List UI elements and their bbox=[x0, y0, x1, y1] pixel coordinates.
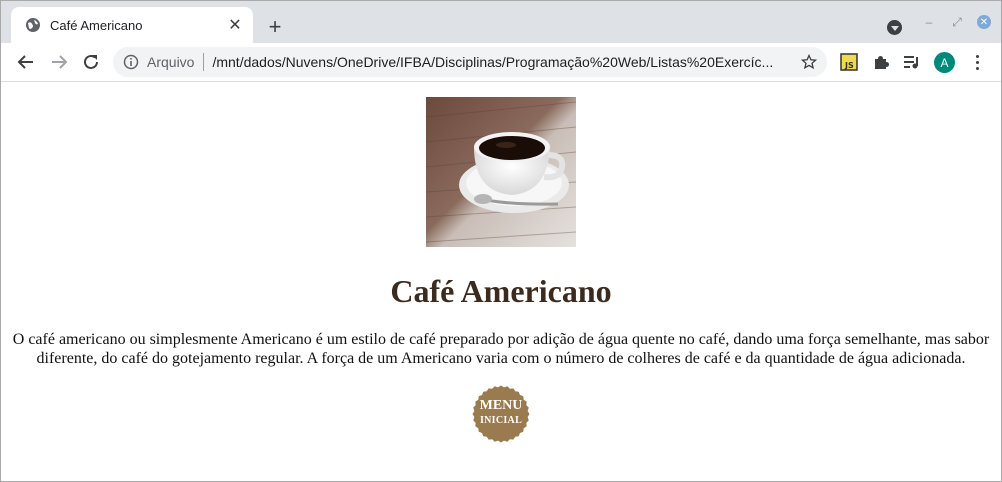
menu-button-label: MENU bbox=[479, 398, 523, 413]
maximize-icon[interactable]: ⤢ bbox=[950, 15, 964, 29]
media-queue-icon[interactable] bbox=[902, 52, 922, 72]
plus-icon[interactable]: + bbox=[263, 14, 287, 39]
coffee-cup-image bbox=[426, 97, 576, 247]
puzzle-icon[interactable] bbox=[871, 52, 891, 72]
star-icon[interactable] bbox=[801, 54, 817, 70]
js-extension-icon[interactable]: JS bbox=[839, 52, 859, 72]
close-icon[interactable]: ✕ bbox=[225, 15, 245, 35]
kebab-menu-icon[interactable] bbox=[968, 52, 986, 72]
avatar[interactable]: A bbox=[934, 52, 955, 73]
minimize-icon[interactable]: – bbox=[922, 15, 936, 29]
tab-strip: Café Americano ✕ + – ⤢ ✕ bbox=[1, 1, 1001, 43]
forward-arrow-icon[interactable] bbox=[47, 50, 71, 74]
tab-title: Café Americano bbox=[50, 17, 143, 33]
back-arrow-icon[interactable] bbox=[14, 50, 38, 74]
menu-button-sublabel: INICIAL bbox=[479, 415, 523, 426]
menu-inicial-button[interactable]: MENU INICIAL bbox=[471, 384, 531, 444]
badge-shape bbox=[472, 385, 530, 443]
browser-toolbar: Arquivo /mnt/dados/Nuvens/OneDrive/IFBA/… bbox=[1, 43, 1001, 82]
globe-icon bbox=[26, 18, 40, 32]
browser-window: Café Americano ✕ + – ⤢ ✕ Arquivo /mnt/da… bbox=[0, 0, 1002, 482]
description-paragraph: O café americano ou simplesmente America… bbox=[12, 331, 990, 367]
window-close-icon[interactable]: ✕ bbox=[977, 15, 991, 29]
address-separator bbox=[203, 53, 205, 71]
page-viewport: Café Americano O café americano ou simpl… bbox=[1, 82, 1001, 481]
svg-text:JS: JS bbox=[844, 61, 854, 70]
info-icon[interactable] bbox=[123, 54, 139, 70]
url-text[interactable]: /mnt/dados/Nuvens/OneDrive/IFBA/Discipli… bbox=[212, 54, 790, 70]
page-title: Café Americano bbox=[390, 273, 612, 309]
reload-icon[interactable] bbox=[79, 50, 103, 74]
scheme-label: Arquivo bbox=[147, 54, 195, 70]
address-bar[interactable]: Arquivo /mnt/dados/Nuvens/OneDrive/IFBA/… bbox=[113, 47, 827, 77]
tab-cafe-americano[interactable]: Café Americano ✕ bbox=[11, 7, 253, 43]
tab-search-icon[interactable] bbox=[887, 20, 902, 35]
